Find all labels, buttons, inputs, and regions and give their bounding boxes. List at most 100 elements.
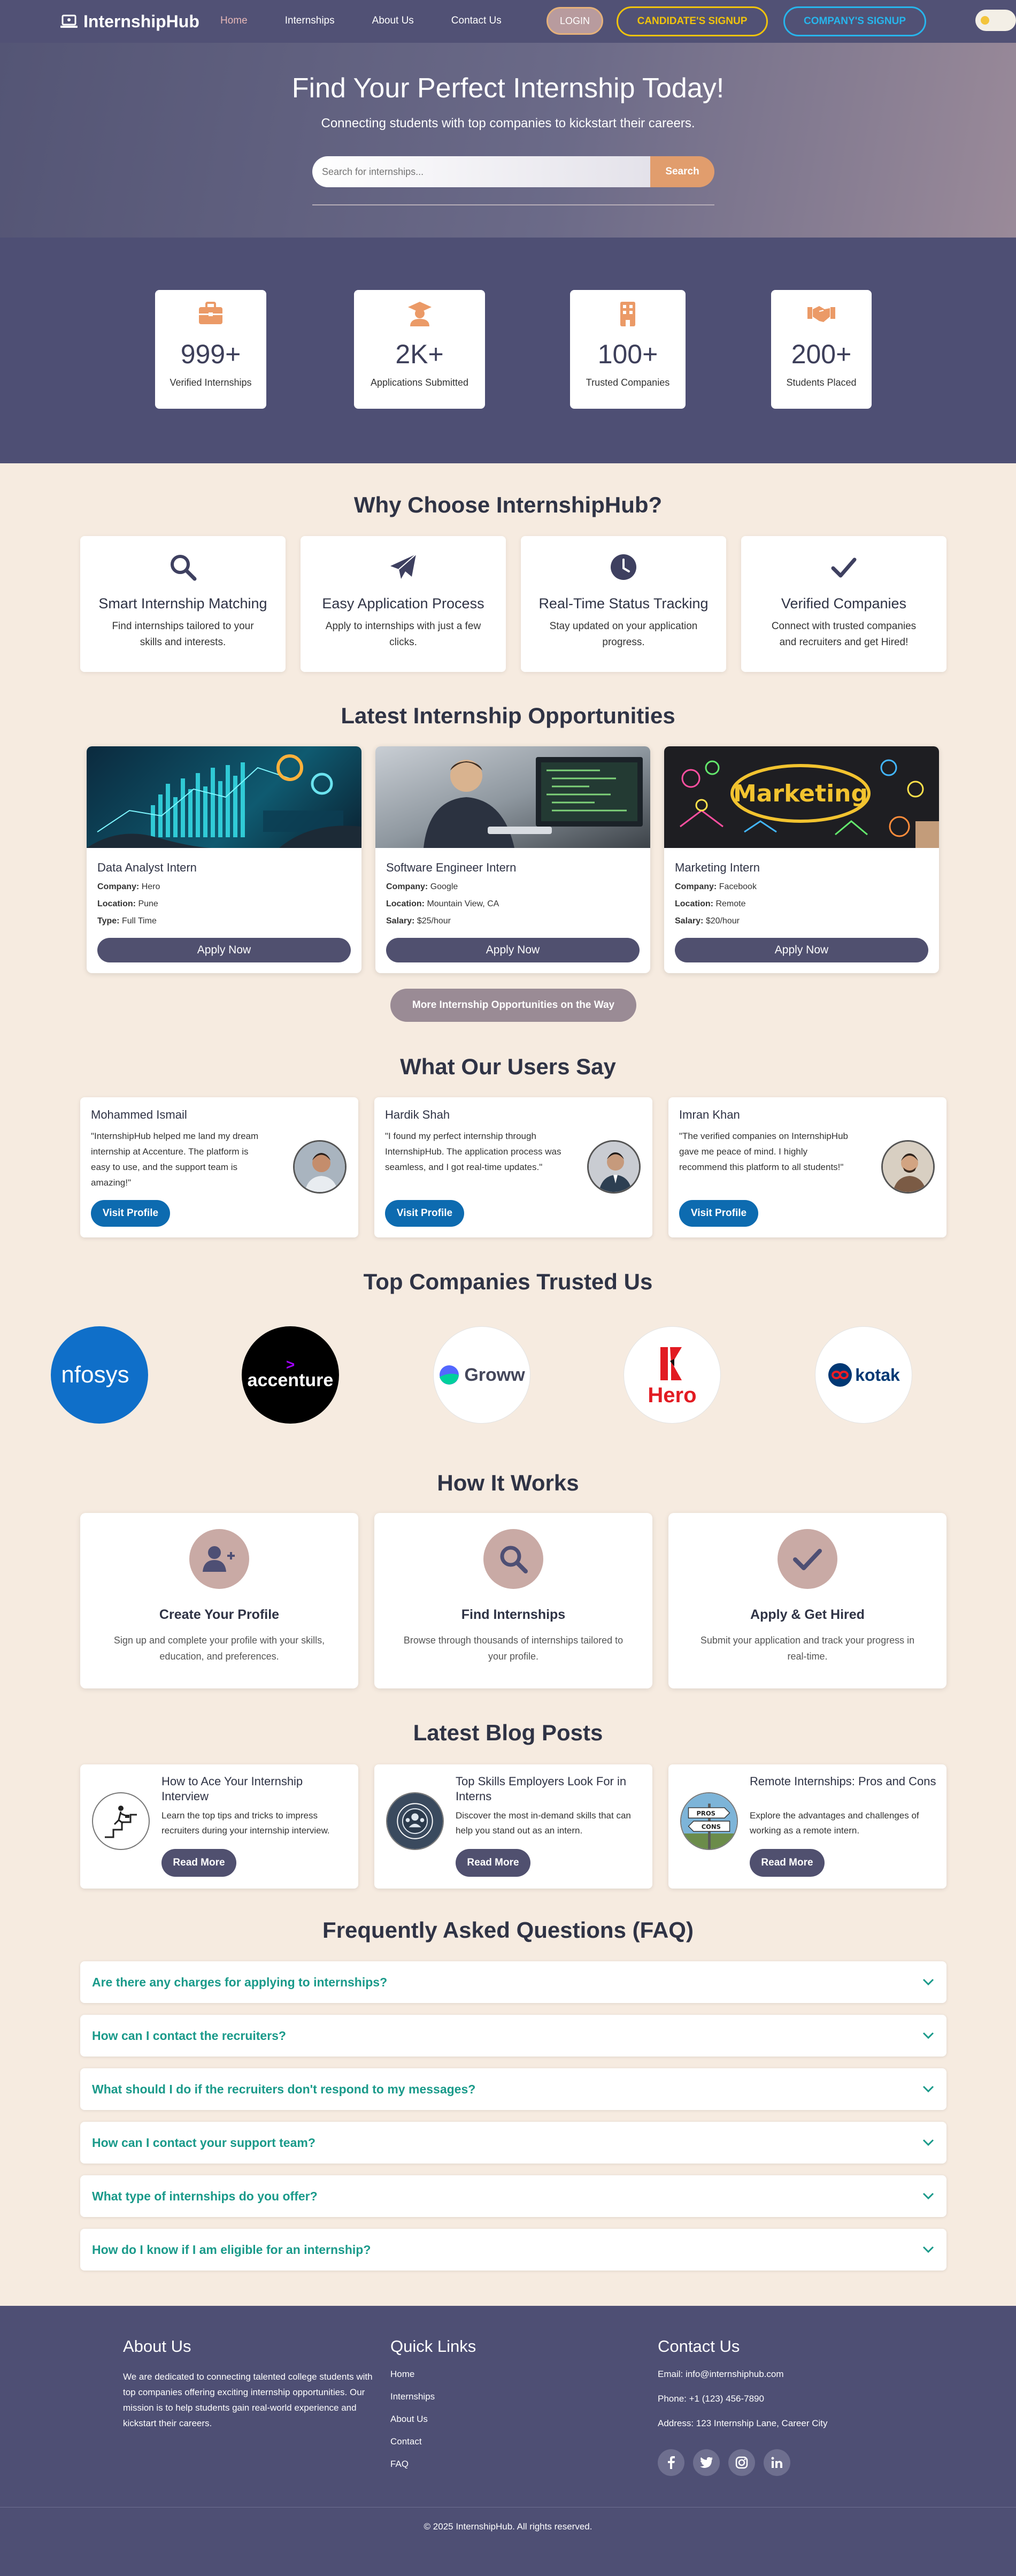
footer-about-text: We are dedicated to connecting talented …: [123, 2372, 373, 2428]
company-signup-button[interactable]: COMPANY'S SIGNUP: [783, 6, 926, 36]
linkedin-icon[interactable]: [764, 2449, 790, 2476]
paper-plane-icon: [390, 554, 417, 579]
apply-now-button[interactable]: Apply Now: [97, 938, 351, 962]
stat-label: Verified Internships: [170, 377, 252, 388]
nav-contact[interactable]: Contact Us: [451, 15, 502, 27]
internship-card: Marketing Marketing Intern Company: Face…: [664, 746, 939, 973]
hero-section: Find Your Perfect Internship Today! Conn…: [0, 43, 1016, 238]
avatar: [293, 1140, 347, 1194]
data-dashboard-image: [87, 754, 361, 848]
visit-profile-button[interactable]: Visit Profile: [679, 1200, 758, 1227]
feature-card: Real-Time Status Tracking Stay updated o…: [521, 536, 726, 672]
apply-now-button[interactable]: Apply Now: [386, 938, 640, 962]
internship-title: Marketing Intern: [675, 861, 760, 874]
stat-card: 2K+ Applications Submitted: [354, 290, 485, 409]
groww-logo: Groww: [433, 1326, 530, 1424]
faq-item[interactable]: What type of internships do you offer?: [80, 2175, 946, 2217]
chevron-down-icon: [922, 2246, 934, 2253]
theme-toggle[interactable]: [975, 10, 1016, 31]
stats-section: 999+ Verified Internships 2K+ Applicatio…: [0, 238, 1016, 463]
faq-item[interactable]: How can I contact your support team?: [80, 2122, 946, 2164]
instagram-icon[interactable]: [728, 2449, 755, 2476]
internship-card: Data Analyst Intern Company: Hero Locati…: [87, 746, 361, 973]
footer-link-contact[interactable]: Contact: [390, 2436, 435, 2447]
read-more-button[interactable]: Read More: [750, 1849, 825, 1877]
footer-contact-title: Contact Us: [658, 2337, 740, 2356]
candidate-signup-button[interactable]: CANDIDATE'S SIGNUP: [617, 6, 768, 36]
search-icon: [500, 1546, 528, 1573]
internship-title: Software Engineer Intern: [386, 861, 517, 874]
footer-link-home[interactable]: Home: [390, 2369, 435, 2380]
copyright: © 2025 InternshipHub. All rights reserve…: [424, 2521, 592, 2532]
blog-post-text: Learn the top tips and tricks to impress…: [161, 1810, 330, 1836]
accenture-logo: > accenture: [242, 1326, 339, 1424]
feature-text: Find internships tailored to your skills…: [112, 621, 254, 648]
search-button[interactable]: Search: [650, 156, 714, 187]
clock-icon: [611, 554, 636, 580]
nav-about[interactable]: About Us: [372, 15, 414, 27]
stat-label: Trusted Companies: [586, 377, 670, 388]
sun-icon: [981, 16, 989, 25]
read-more-button[interactable]: Read More: [456, 1849, 530, 1877]
footer-address: Address: 123 Internship Lane, Career Cit…: [658, 2418, 828, 2428]
feature-title: Easy Application Process: [322, 595, 484, 611]
marketing-chalkboard-image: Marketing: [680, 759, 939, 848]
blog-title: Latest Blog Posts: [413, 1720, 603, 1745]
faq-item[interactable]: What should I do if the recruiters don't…: [80, 2068, 946, 2110]
internship-title: Data Analyst Intern: [97, 861, 197, 874]
stat-value: 2K+: [395, 339, 444, 369]
testimonial-quote: "The verified companies on InternshipHub…: [679, 1131, 848, 1172]
faq-question: What should I do if the recruiters don't…: [92, 2082, 476, 2096]
faq-question: How do I know if I am eligible for an in…: [92, 2243, 371, 2257]
facebook-icon[interactable]: [658, 2449, 684, 2476]
feature-card: Verified Companies Connect with trusted …: [741, 536, 946, 672]
footer-link-internships[interactable]: Internships: [390, 2391, 435, 2402]
handshake-icon: [807, 306, 835, 322]
groww-mark-icon: [440, 1365, 459, 1385]
hero-title: Find Your Perfect Internship Today!: [291, 73, 725, 104]
step-title: Apply & Get Hired: [750, 1607, 865, 1622]
step-card: Find Internships Browse through thousand…: [374, 1513, 652, 1688]
visit-profile-button[interactable]: Visit Profile: [385, 1200, 464, 1227]
footer-link-faq[interactable]: FAQ: [390, 2459, 435, 2470]
infosys-logo: nfosys: [51, 1326, 148, 1424]
nav-home[interactable]: Home: [220, 15, 248, 27]
step-title: Find Internships: [461, 1607, 566, 1622]
hero-logo: Hero: [624, 1326, 721, 1424]
more-opportunities-button[interactable]: More Internship Opportunities on the Way: [390, 989, 636, 1022]
feature-card: Easy Application Process Apply to intern…: [301, 536, 506, 672]
nav-internships[interactable]: Internships: [285, 15, 335, 27]
internship-salary: Salary: $25/hour: [386, 916, 451, 926]
navbar: InternshipHub Home Internships About Us …: [0, 0, 1016, 43]
step-text: Browse through thousands of internships …: [403, 1635, 624, 1662]
nav-links: Home Internships About Us Contact Us: [220, 15, 539, 27]
brand-logo[interactable]: InternshipHub: [60, 12, 199, 32]
testimonial-name: Hardik Shah: [385, 1108, 450, 1121]
footer-link-about[interactable]: About Us: [390, 2414, 435, 2425]
apply-now-button[interactable]: Apply Now: [675, 938, 928, 962]
feature-card: Smart Internship Matching Find internshi…: [80, 536, 286, 672]
testimonial-card: Hardik Shah "I found my perfect internsh…: [374, 1097, 652, 1237]
faq-question: Are there any charges for applying to in…: [92, 1975, 388, 1989]
faq-item[interactable]: How do I know if I am eligible for an in…: [80, 2229, 946, 2271]
svg-text:CONS: CONS: [702, 1823, 721, 1830]
twitter-icon[interactable]: [693, 2449, 720, 2476]
briefcase-icon: [199, 302, 222, 324]
faq-item[interactable]: How can I contact the recruiters?: [80, 2015, 946, 2057]
internship-location: Location: Pune: [97, 899, 158, 908]
feature-title: Real-Time Status Tracking: [538, 595, 709, 611]
internship-location: Location: Remote: [675, 899, 746, 908]
footer-divider: [0, 2507, 1016, 2508]
visit-profile-button[interactable]: Visit Profile: [91, 1200, 170, 1227]
avatar: [881, 1140, 935, 1194]
search-bar: Search: [312, 156, 714, 187]
footer-phone: Phone: +1 (123) 456-7890: [658, 2394, 764, 2404]
skills-icon: [386, 1792, 444, 1850]
search-input[interactable]: [312, 156, 650, 187]
chevron-down-icon: [922, 2139, 934, 2146]
login-button[interactable]: LOGIN: [547, 7, 603, 35]
blog-card: PROS CONS Remote Internships: Pros and Co…: [668, 1764, 946, 1889]
read-more-button[interactable]: Read More: [161, 1849, 236, 1877]
step-icon-circle: [483, 1529, 543, 1589]
faq-item[interactable]: Are there any charges for applying to in…: [80, 1961, 946, 2003]
